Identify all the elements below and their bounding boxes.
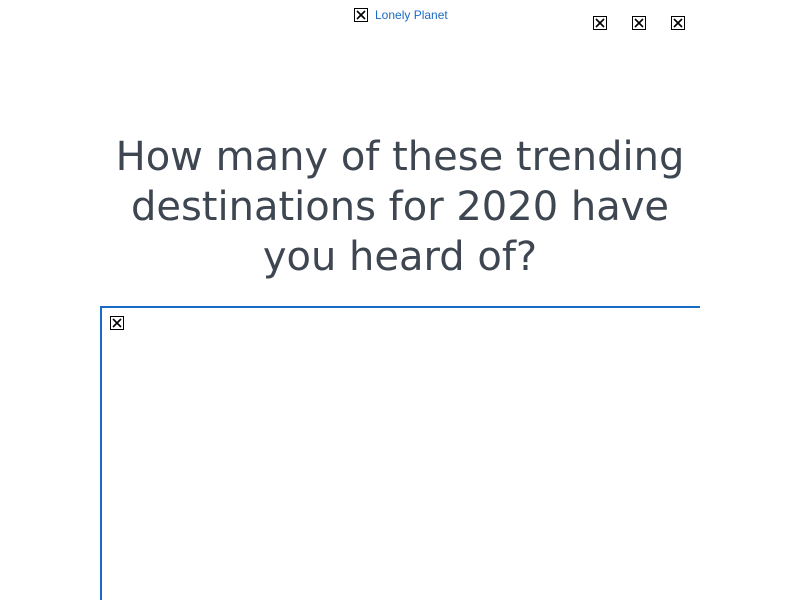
hero-image-frame[interactable] xyxy=(100,306,700,600)
lonely-planet-logo-link[interactable]: Lonely Planet xyxy=(354,7,448,23)
share-icon-1[interactable] xyxy=(593,16,607,30)
article-title: How many of these trending destinations … xyxy=(115,134,685,280)
logo-label: Lonely Planet xyxy=(375,8,448,22)
broken-image-icon xyxy=(110,316,124,330)
share-icon-2[interactable] xyxy=(632,16,646,30)
page: Lonely Planet How many of these trending… xyxy=(0,0,800,600)
broken-image-icon xyxy=(354,8,368,22)
share-icon-3[interactable] xyxy=(671,16,685,30)
